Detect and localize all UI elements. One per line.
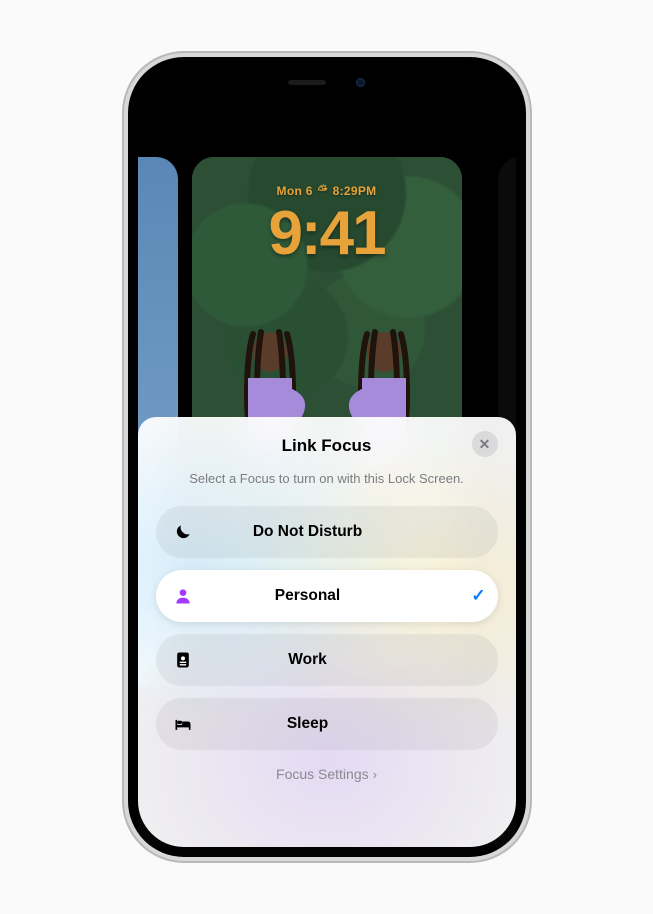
chevron-right-icon: › [373,767,377,782]
focus-option-personal[interactable]: Personal ✓ [156,570,498,622]
focus-options-list: Do Not Disturb Personal ✓ Work [156,506,498,750]
focus-option-sleep[interactable]: Sleep [156,698,498,750]
focus-option-label: Sleep [156,715,460,733]
sheet-title: Link Focus [282,436,372,456]
screen: Mon 6 ⛅︎ 8:29PM 9:41 Link Focus ✕ Select… [138,67,516,847]
focus-option-label: Work [156,651,460,669]
lockscreen-weather-time: 8:29PM [333,184,377,198]
earpiece-speaker [288,80,326,85]
lockscreen-date-line: Mon 6 ⛅︎ 8:29PM [277,183,377,198]
weather-icon: ⛅︎ [318,183,328,198]
link-focus-sheet: Link Focus ✕ Select a Focus to turn on w… [138,417,516,847]
focus-settings-link[interactable]: Focus Settings › [156,766,498,782]
lockscreen-time: 9:41 [268,198,384,269]
focus-option-dnd[interactable]: Do Not Disturb [156,506,498,558]
sheet-subtitle: Select a Focus to turn on with this Lock… [156,471,498,486]
front-camera [356,78,365,87]
focus-option-label: Do Not Disturb [156,523,460,541]
iphone-frame: Mon 6 ⛅︎ 8:29PM 9:41 Link Focus ✕ Select… [128,57,526,857]
focus-option-label: Personal [156,587,460,605]
sheet-header: Link Focus ✕ [156,431,498,461]
check-icon: ✓ [460,586,498,606]
notch [257,67,397,97]
focus-settings-label: Focus Settings [276,766,369,782]
lockscreen-date: Mon 6 [277,184,313,198]
focus-option-work[interactable]: Work [156,634,498,686]
close-button[interactable]: ✕ [472,431,498,457]
close-icon: ✕ [479,436,491,453]
